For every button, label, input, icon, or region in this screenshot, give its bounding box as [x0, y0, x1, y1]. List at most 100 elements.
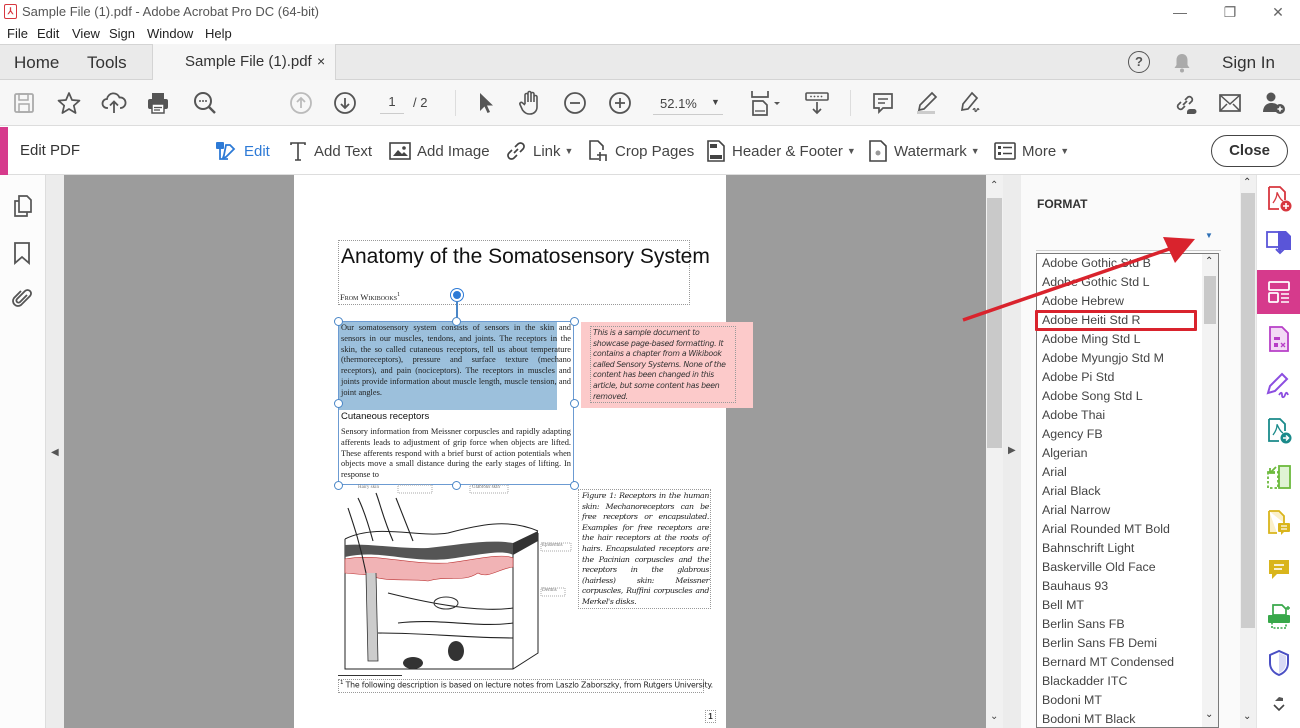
close-edit-button[interactable]: Close: [1211, 135, 1288, 167]
tab-home[interactable]: Home: [14, 53, 59, 73]
panel-scroll-thumb[interactable]: [1241, 193, 1255, 628]
font-option[interactable]: Adobe Ming Std L: [1037, 330, 1218, 349]
collapse-right-icon[interactable]: ▶: [1008, 445, 1016, 456]
font-option[interactable]: Bernard MT Condensed: [1037, 653, 1218, 672]
page-thumbnails-icon[interactable]: [11, 194, 35, 223]
font-option[interactable]: Berlin Sans FB: [1037, 615, 1218, 634]
notification-bell-icon[interactable]: [1172, 52, 1192, 79]
menu-help[interactable]: Help: [205, 26, 232, 41]
create-pdf-tool[interactable]: [1257, 177, 1300, 221]
resize-handle[interactable]: [452, 317, 461, 326]
organize-pages-tool[interactable]: [1257, 317, 1300, 361]
scroll-mode-icon[interactable]: [804, 90, 830, 116]
font-option[interactable]: Adobe Pi Std: [1037, 368, 1218, 387]
send-for-review-tool[interactable]: [1257, 409, 1300, 453]
sign-in-link[interactable]: Sign In: [1222, 53, 1275, 73]
left-pane-toggle[interactable]: ◀: [46, 175, 64, 728]
font-list-scroll-down-icon[interactable]: ⌄: [1205, 709, 1213, 720]
print-icon[interactable]: [145, 90, 171, 116]
zoom-out-icon[interactable]: [562, 90, 588, 116]
font-option[interactable]: Blackadder ITC: [1037, 672, 1218, 691]
more-tools-expand[interactable]: [1257, 683, 1300, 723]
edit-tool-button[interactable]: Edit: [214, 140, 270, 162]
tab-close-icon[interactable]: ×: [317, 53, 325, 69]
bookmarks-icon[interactable]: [12, 241, 32, 270]
hand-tool-icon[interactable]: [517, 90, 543, 116]
comment-pdf-tool[interactable]: [1257, 501, 1300, 545]
previous-page-icon[interactable]: [288, 90, 314, 116]
font-option[interactable]: Arial Narrow: [1037, 501, 1218, 520]
highlight-pen-icon[interactable]: [914, 90, 940, 116]
panel-scrollbar[interactable]: ⌃ ⌄: [1240, 175, 1256, 728]
email-icon[interactable]: [1217, 90, 1243, 116]
print-production-tool[interactable]: [1257, 595, 1300, 639]
crop-pages-button[interactable]: Crop Pages: [587, 140, 694, 162]
window-close-button[interactable]: ✕: [1268, 2, 1288, 22]
menu-view[interactable]: View: [72, 26, 100, 41]
add-image-button[interactable]: Add Image: [389, 140, 490, 162]
edit-pdf-tool[interactable]: [1257, 270, 1300, 314]
font-list-scrollbar[interactable]: ⌃ ⌄: [1202, 254, 1218, 727]
section-paragraph[interactable]: Sensory information from Meissner corpus…: [341, 427, 571, 482]
zoom-in-icon[interactable]: [607, 90, 633, 116]
panel-scroll-down-icon[interactable]: ⌄: [1243, 711, 1251, 722]
scroll-down-icon[interactable]: ⌄: [990, 711, 998, 722]
font-option[interactable]: Adobe Myungjo Std M: [1037, 349, 1218, 368]
font-option[interactable]: Arial: [1037, 463, 1218, 482]
menu-edit[interactable]: Edit: [37, 26, 59, 41]
font-option[interactable]: Baskerville Old Face: [1037, 558, 1218, 577]
scroll-up-icon[interactable]: ⌃: [990, 180, 998, 191]
menu-sign[interactable]: Sign: [109, 26, 135, 41]
resize-handle[interactable]: [570, 399, 579, 408]
font-option[interactable]: Berlin Sans FB Demi: [1037, 634, 1218, 653]
menu-window[interactable]: Window: [147, 26, 193, 41]
collapse-left-icon[interactable]: ◀: [51, 447, 59, 458]
upload-cloud-icon[interactable]: [101, 90, 127, 116]
font-option[interactable]: Bodoni MT Black: [1037, 710, 1218, 727]
fill-and-sign-tool[interactable]: [1257, 363, 1300, 407]
header-footer-button[interactable]: Header & Footer ▼: [706, 140, 856, 162]
add-text-button[interactable]: Add Text: [288, 140, 372, 162]
tab-document[interactable]: Sample File (1).pdf ×: [152, 44, 336, 81]
search-icon[interactable]: [192, 90, 218, 116]
panel-scroll-up-icon[interactable]: ⌃: [1243, 177, 1251, 188]
help-icon[interactable]: ?: [1128, 51, 1150, 73]
section-heading[interactable]: Cutaneous receptors: [341, 411, 429, 422]
font-option[interactable]: Bodoni MT: [1037, 691, 1218, 710]
font-option[interactable]: Arial Black: [1037, 482, 1218, 501]
font-option[interactable]: Arial Rounded MT Bold: [1037, 520, 1218, 539]
sidebar-note-text[interactable]: This is a sample document to showcase pa…: [593, 328, 735, 402]
add-user-icon[interactable]: [1261, 90, 1287, 116]
minimize-button[interactable]: —: [1170, 2, 1190, 22]
next-page-icon[interactable]: [332, 90, 358, 116]
link-button[interactable]: Link ▼: [505, 140, 573, 162]
compare-files-tool[interactable]: [1257, 455, 1300, 499]
rotate-handle[interactable]: [451, 289, 463, 301]
watermark-button[interactable]: Watermark ▼: [868, 140, 980, 162]
page-fit-icon[interactable]: [748, 90, 784, 116]
intro-paragraph[interactable]: Our somatosensory system consists of sen…: [341, 323, 571, 399]
more-button[interactable]: More ▼: [994, 140, 1069, 162]
select-cursor-icon[interactable]: [473, 90, 499, 116]
fill-sign-icon[interactable]: [958, 90, 984, 116]
save-icon[interactable]: [11, 90, 37, 116]
export-pdf-tool[interactable]: [1257, 221, 1300, 265]
document-title[interactable]: Anatomy of the Somatosensory System: [341, 245, 710, 269]
from-wikibooks[interactable]: From Wikibooks1: [340, 292, 400, 302]
resize-handle[interactable]: [334, 399, 343, 408]
attachments-icon[interactable]: [10, 286, 34, 315]
resize-handle[interactable]: [334, 317, 343, 326]
font-option[interactable]: Bauhaus 93: [1037, 577, 1218, 596]
tab-tools[interactable]: Tools: [87, 53, 127, 73]
font-option[interactable]: Agency FB: [1037, 425, 1218, 444]
zoom-level-dropdown[interactable]: 52.1% ▼: [653, 93, 723, 115]
font-option[interactable]: Adobe Song Std L: [1037, 387, 1218, 406]
page-number-input[interactable]: 1: [380, 94, 404, 114]
resize-handle[interactable]: [570, 317, 579, 326]
figure-caption[interactable]: Figure 1: Receptors in the human skin: M…: [582, 491, 709, 608]
font-option[interactable]: Bahnschrift Light: [1037, 539, 1218, 558]
menu-file[interactable]: File: [7, 26, 28, 41]
font-option[interactable]: Bell MT: [1037, 596, 1218, 615]
comment-tool[interactable]: [1257, 548, 1300, 592]
comment-icon[interactable]: [870, 90, 896, 116]
